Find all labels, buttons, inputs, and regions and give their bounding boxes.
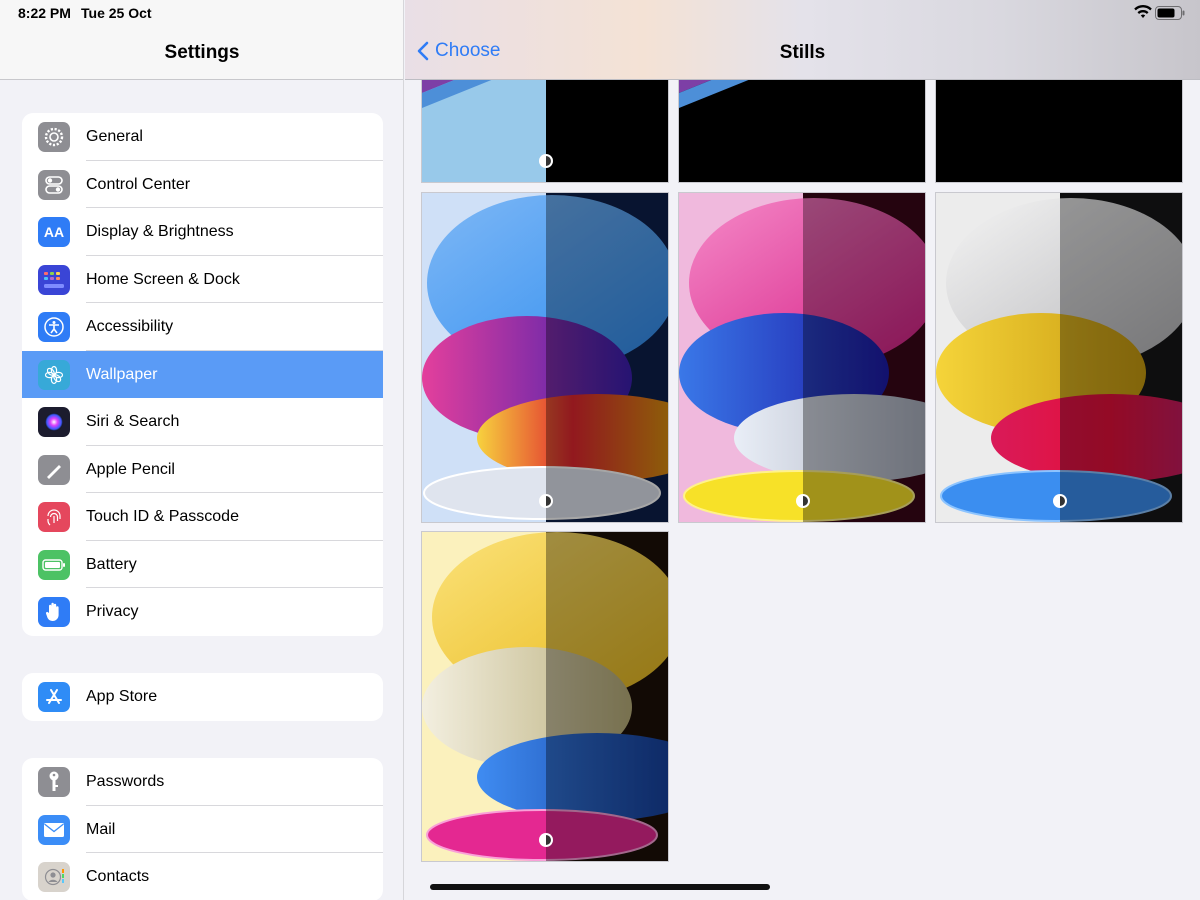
gear-icon <box>38 122 70 152</box>
sidebar-item-battery[interactable]: Battery <box>22 541 383 588</box>
flower-icon <box>38 359 70 390</box>
sidebar-item-app-store[interactable]: App Store <box>22 673 383 721</box>
contacts-icon <box>38 862 70 892</box>
sidebar-item-accessibility[interactable]: Accessibility <box>22 303 383 351</box>
wallpaper-thumbnail-blue-magenta-yellow[interactable] <box>421 192 669 523</box>
wallpaper-thumbnail-yellow-blue-magenta[interactable] <box>421 531 669 862</box>
sidebar-item-control-center[interactable]: Control Center <box>22 161 383 208</box>
battery-icon <box>38 549 70 580</box>
sidebar-title: Settings <box>164 42 240 63</box>
sidebar-item-mail[interactable]: Mail <box>22 806 383 853</box>
sidebar-item-apple-pencil[interactable]: Apple Pencil <box>22 446 383 493</box>
page-title: Stills <box>779 42 826 63</box>
sidebar-item-display-brightness[interactable]: AA Display & Brightness <box>22 208 383 256</box>
status-date: Tue 25 Oct <box>81 5 152 21</box>
sidebar-item-label: Privacy <box>86 603 139 620</box>
sidebar-item-home-screen-dock[interactable]: Home Screen & Dock <box>22 256 383 303</box>
appearance-toggle-icon <box>539 494 553 508</box>
fingerprint-icon <box>38 502 70 532</box>
mail-icon <box>38 814 70 845</box>
wallpaper-thumbnail-gray-yellow-blue[interactable] <box>935 192 1183 523</box>
sidebar-item-passwords[interactable]: Passwords <box>22 758 383 806</box>
appearance-toggle-icon <box>539 833 553 847</box>
sidebar-item-label: Passwords <box>86 773 165 790</box>
status-bar: 8:22 PM Tue 25 Oct <box>0 0 1200 26</box>
sidebar-item-label: Mail <box>86 820 116 838</box>
sidebar-item-label: Display & Brightness <box>86 223 234 240</box>
wallpaper-thumbnail-pink-blue-yellow[interactable] <box>678 192 926 523</box>
text-size-icon: AA <box>38 217 70 247</box>
sidebar-item-label: Wallpaper <box>86 365 158 383</box>
sidebar-item-label: Apple Pencil <box>86 460 175 478</box>
sidebar-item-privacy[interactable]: Privacy <box>22 588 383 636</box>
sidebar-item-label: App Store <box>86 688 158 705</box>
app-grid-icon <box>38 264 70 295</box>
sidebar-item-contacts[interactable]: Contacts <box>22 853 383 900</box>
battery-status-icon <box>1155 6 1185 20</box>
hand-icon <box>38 597 70 627</box>
toggle-icon <box>38 169 70 200</box>
sidebar-item-label: Home Screen & Dock <box>86 270 240 288</box>
status-time: 8:22 PM <box>18 5 71 21</box>
settings-group-store: App Store <box>22 673 383 721</box>
sidebar-item-label: Siri & Search <box>86 413 180 430</box>
key-icon <box>38 767 70 797</box>
sidebar-item-general[interactable]: General <box>22 113 383 161</box>
settings-sidebar: Settings General Control Center AA Displ… <box>0 0 404 900</box>
app-store-icon <box>38 682 70 712</box>
sidebar-item-label: Touch ID & Passcode <box>86 508 239 525</box>
sidebar-item-touch-id-passcode[interactable]: Touch ID & Passcode <box>22 493 383 541</box>
appearance-toggle-icon <box>1053 494 1067 508</box>
wifi-icon <box>1134 4 1152 18</box>
sidebar-item-wallpaper[interactable]: Wallpaper <box>22 350 383 398</box>
sidebar-item-label: Contacts <box>86 868 150 885</box>
home-indicator[interactable] <box>430 884 770 890</box>
wallpaper-stills-panel: Choose Stills <box>405 0 1200 900</box>
sidebar-item-siri-search[interactable]: Siri & Search <box>22 398 383 446</box>
siri-icon <box>38 407 70 437</box>
appearance-toggle-icon <box>539 154 553 168</box>
pencil-icon <box>38 454 70 485</box>
sidebar-item-label: Accessibility <box>86 318 174 335</box>
sidebar-item-label: General <box>86 128 143 145</box>
sidebar-item-label: Control Center <box>86 175 191 193</box>
settings-group-main: General Control Center AA Display & Brig… <box>22 113 383 636</box>
accessibility-icon <box>38 312 70 342</box>
sidebar-item-label: Battery <box>86 555 137 573</box>
settings-group-accounts: Passwords Mail Contacts <box>22 758 383 900</box>
appearance-toggle-icon <box>796 494 810 508</box>
